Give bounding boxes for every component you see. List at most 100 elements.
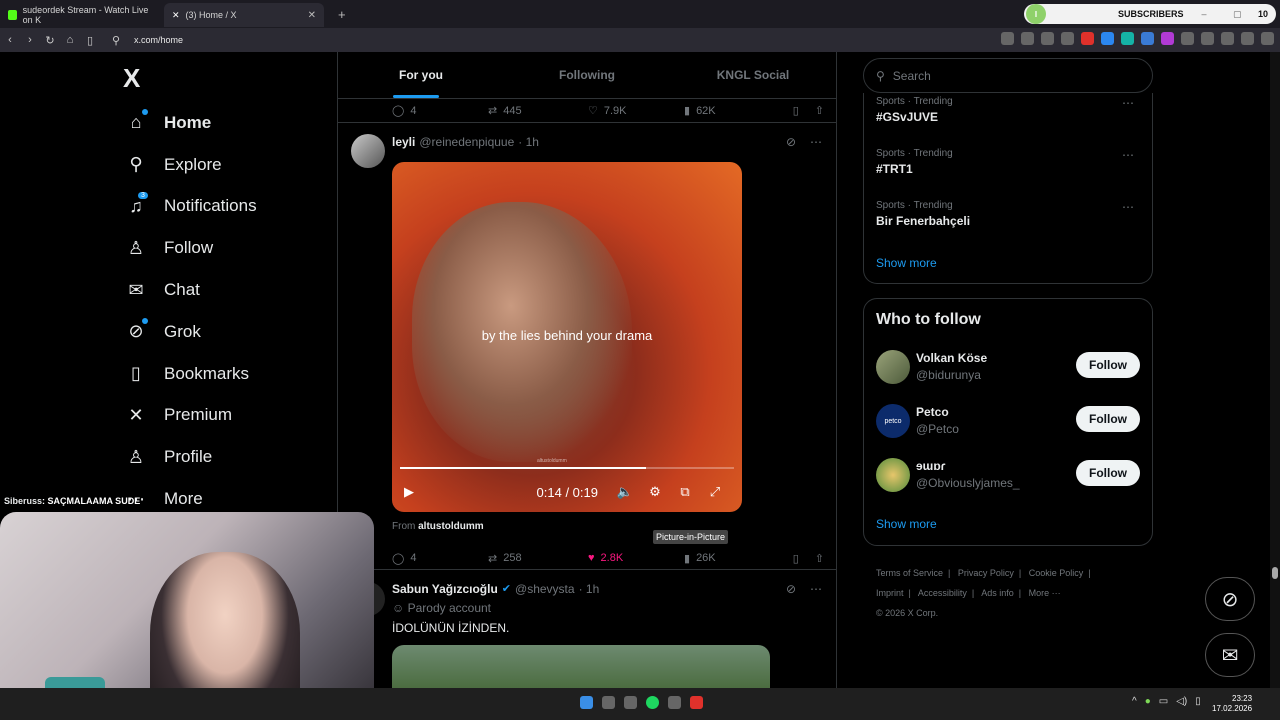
more-options-icon[interactable]: ⋯: [810, 582, 822, 596]
avatar[interactable]: petco: [876, 404, 910, 438]
trends-show-more-link[interactable]: Show more: [876, 256, 937, 270]
wallet-icon[interactable]: [1241, 32, 1254, 45]
reply-button[interactable]: ◯ 4: [392, 552, 488, 565]
sidebar-icon[interactable]: [1201, 32, 1214, 45]
speaker-icon[interactable]: ◁): [1176, 696, 1187, 707]
grok-fab-button[interactable]: ⊘: [1205, 577, 1255, 621]
back-icon[interactable]: ‹: [0, 34, 20, 46]
play-icon[interactable]: ▶: [404, 484, 414, 500]
nav-item-bookmarks[interactable]: ▯ Bookmarks: [124, 353, 257, 395]
more-options-icon[interactable]: ⋯: [1122, 148, 1134, 162]
like-button[interactable]: ♡ 7.9K: [588, 104, 684, 118]
nav-item-profile[interactable]: ♙ Profile: [124, 436, 257, 478]
chevron-up-icon[interactable]: ^: [1132, 696, 1137, 707]
follow-button[interactable]: Follow: [1076, 460, 1140, 486]
nav-item-notifications[interactable]: ♫ 3 Notifications: [124, 186, 257, 228]
more-options-icon[interactable]: ⋯: [1122, 96, 1134, 110]
close-tab-icon[interactable]: ✕: [308, 10, 316, 21]
extension-icon[interactable]: [1141, 32, 1154, 45]
grok-icon[interactable]: ⊘: [786, 582, 796, 596]
trend-item[interactable]: Sports · Trending Bir Fenerbahçeli ⋯: [876, 200, 1142, 228]
tab-kngl-social[interactable]: KNGL Social: [670, 52, 836, 98]
reader-icon[interactable]: [1041, 32, 1054, 45]
music-icon[interactable]: [1221, 32, 1234, 45]
menu-icon[interactable]: [1261, 32, 1274, 45]
reload-icon[interactable]: ↻: [40, 34, 60, 47]
like-button[interactable]: ♥ 2.8K: [588, 552, 684, 564]
footer-link-more[interactable]: More ···: [1029, 588, 1061, 598]
share-icon[interactable]: ⇧: [815, 552, 824, 565]
follow-suggestion[interactable]: Volkan Köse @bidurunya Follow: [876, 350, 1142, 384]
settings-icon[interactable]: ⚙: [640, 484, 670, 500]
follow-button[interactable]: Follow: [1076, 406, 1140, 432]
author-name[interactable]: Sabun Yağızcıoğlu: [392, 582, 498, 596]
app-icon[interactable]: [668, 696, 681, 709]
nav-item-follow[interactable]: ♙ Follow: [124, 227, 257, 269]
window-controls-icon[interactable]: – ▢: [1202, 9, 1254, 20]
views-button[interactable]: ▮ 26K: [684, 552, 780, 565]
avatar[interactable]: [876, 458, 910, 492]
grok-icon[interactable]: ⊘: [786, 135, 796, 149]
more-options-icon[interactable]: ⋯: [1122, 200, 1134, 214]
trend-item[interactable]: Sports · Trending #GSvJUVE ⋯: [876, 96, 1142, 124]
scrollbar-thumb[interactable]: [1272, 567, 1278, 579]
follow-button[interactable]: Follow: [1076, 352, 1140, 378]
bookmark-page-icon[interactable]: ▯: [80, 34, 100, 47]
page-scrollbar[interactable]: [1270, 52, 1280, 688]
address-bar[interactable]: x.com/home: [134, 35, 183, 45]
translate-icon[interactable]: [1001, 32, 1014, 45]
new-tab-icon[interactable]: +: [338, 7, 346, 22]
account-name[interactable]: ɘɯɒɾ: [916, 459, 945, 473]
author-handle[interactable]: @reinedenpiquue: [419, 135, 514, 149]
post-time[interactable]: · 1h: [518, 135, 539, 149]
extension-icon[interactable]: [1121, 32, 1134, 45]
video-progress-bar[interactable]: [400, 467, 734, 469]
extension-icon[interactable]: [1101, 32, 1114, 45]
site-info-icon[interactable]: ⚲: [106, 34, 126, 47]
footer-link-accessibility[interactable]: Accessibility: [918, 588, 967, 598]
share-icon[interactable]: ⇧: [815, 104, 824, 117]
forward-icon[interactable]: ›: [20, 34, 40, 46]
repost-button[interactable]: ⇄ 445: [488, 104, 588, 118]
battery-icon[interactable]: ▯: [1195, 696, 1201, 707]
author-handle[interactable]: @shevysta: [515, 582, 575, 596]
trend-item[interactable]: Sports · Trending #TRT1 ⋯: [876, 148, 1142, 176]
start-icon[interactable]: [580, 696, 593, 709]
nav-item-home[interactable]: ⌂ Home: [124, 102, 257, 144]
footer-link-cookie[interactable]: Cookie Policy: [1029, 568, 1084, 578]
search-input[interactable]: ⚲ Search: [863, 58, 1153, 93]
who-to-follow-show-more-link[interactable]: Show more: [876, 517, 937, 531]
views-button[interactable]: ▮ 62K: [684, 104, 780, 118]
tab-x-home[interactable]: ✕ (3) Home / X ✕: [164, 3, 324, 27]
search-icon[interactable]: [602, 696, 615, 709]
taskbar-clock[interactable]: 23:23 17.02.2026: [1212, 694, 1252, 714]
puzzle-icon[interactable]: [1181, 32, 1194, 45]
more-options-icon[interactable]: ⋯: [810, 135, 822, 149]
nav-item-premium[interactable]: ✕ Premium: [124, 395, 257, 437]
bookmark-icon[interactable]: ▯: [793, 104, 799, 117]
post-time[interactable]: · 1h: [579, 582, 600, 596]
reply-button[interactable]: ◯ 4: [392, 104, 488, 118]
extension-icon[interactable]: [1161, 32, 1174, 45]
fullscreen-icon[interactable]: ⤢: [700, 484, 730, 500]
tab-for-you[interactable]: For you: [338, 52, 504, 98]
footer-link-privacy[interactable]: Privacy Policy: [958, 568, 1014, 578]
video-player[interactable]: by the lies behind your drama altustoldu…: [392, 162, 742, 512]
obs-icon[interactable]: [624, 696, 637, 709]
brave-shield-icon[interactable]: [1081, 32, 1094, 45]
account-name[interactable]: Volkan Köse: [916, 351, 987, 365]
avatar[interactable]: [351, 134, 385, 168]
mic-icon[interactable]: ●: [1145, 696, 1151, 707]
follow-suggestion[interactable]: petco Petco @Petco Follow: [876, 404, 1142, 438]
nav-item-explore[interactable]: ⚲ Explore: [124, 144, 257, 186]
author-name[interactable]: leyli: [392, 135, 415, 149]
from-user-link[interactable]: altustoldumm: [418, 521, 484, 532]
bookmark-icon[interactable]: ▯: [793, 552, 799, 565]
repost-button[interactable]: ⇄ 258: [488, 552, 588, 565]
home-browser-icon[interactable]: ⌂: [60, 34, 80, 46]
brave-icon[interactable]: [690, 696, 703, 709]
post[interactable]: leyli @reinedenpiquue · 1h ⊘ ⋯ by the li…: [338, 123, 836, 570]
post[interactable]: Sabun Yağızcıoğlu ✔ @shevysta · 1h ⊘ ⋯ ☺…: [338, 570, 836, 690]
follow-suggestion[interactable]: ɘɯɒɾ @Obviouslyjames_ Follow: [876, 458, 1142, 492]
messages-fab-button[interactable]: ✉: [1205, 633, 1255, 677]
